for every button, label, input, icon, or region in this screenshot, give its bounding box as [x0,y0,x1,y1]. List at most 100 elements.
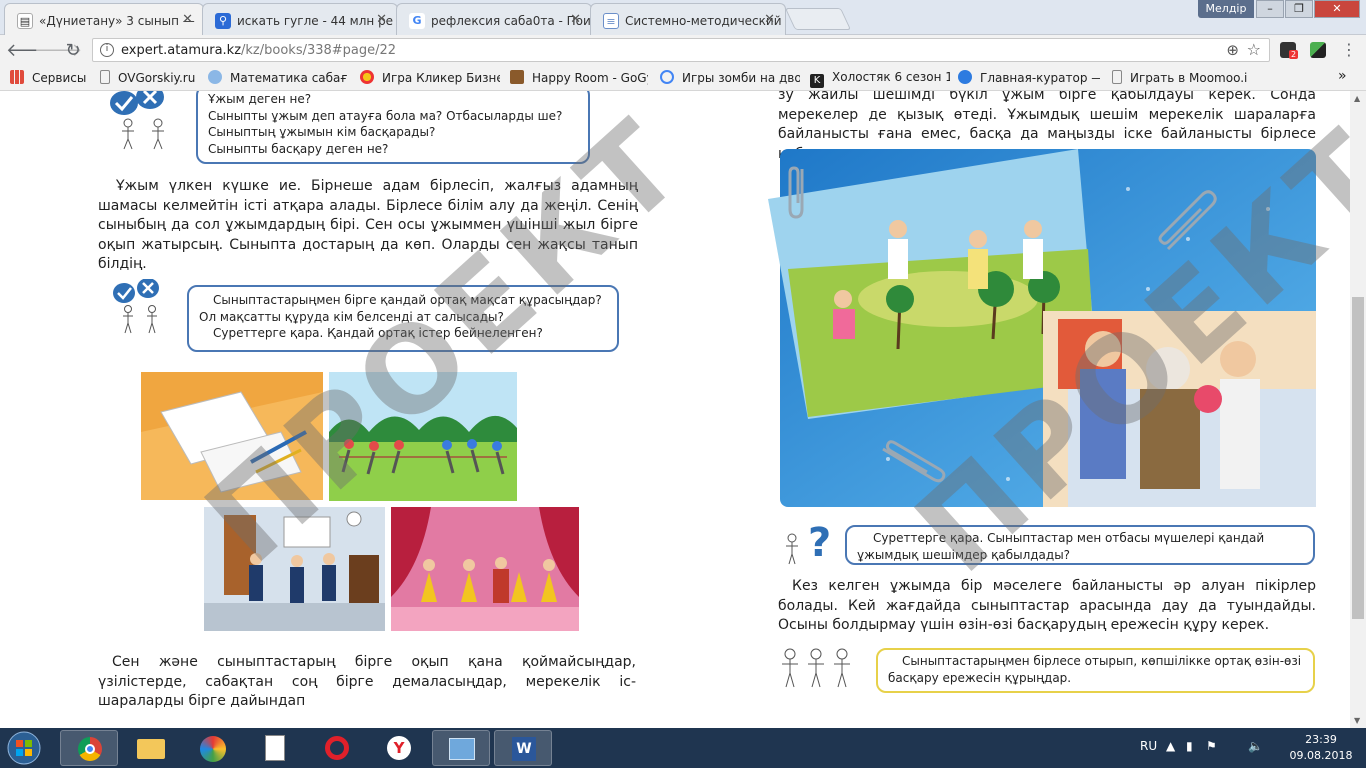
page-scrollbar[interactable]: ▲ ▼ [1350,91,1366,728]
bookmarks-bar: Сервисы OVGorskiy.ru Математика сабағы И… [0,65,1366,91]
stage-performance-picture [391,507,579,631]
zoom-icon[interactable]: ⊕ [1226,41,1239,59]
chrome-taskbar-button[interactable] [60,730,118,766]
question-box-3: Суреттерге қара. Сыныптастар мен отбасы … [845,525,1315,565]
extension-icon[interactable]: 2 [1280,42,1299,59]
close-icon[interactable]: ✕ [764,12,775,27]
group-of-kids-icon [782,648,850,688]
globe-icon [958,70,972,84]
bookmark-moomoo[interactable]: Играть в Moomoo.io [1112,70,1248,85]
scroll-up-icon[interactable]: ▲ [1354,94,1360,103]
close-icon[interactable]: ✕ [570,12,581,27]
apps-icon [10,70,24,84]
reload-button[interactable]: ↻ [62,40,84,61]
tab-label: искать гугле - 44 млн ре [237,14,394,28]
bookmark-happyroom[interactable]: Happy Room - GoGy [510,70,648,85]
question-line: Сыныпты басқару деген не? [208,141,389,156]
tab-strip: ▤ «Дүниетану» 3 сынып — ✕ ⚲ искать гугле… [0,0,1366,36]
paragraph-opinions: Кез келген ұжымда бір мәселеге байланыст… [778,578,1316,633]
forward-button[interactable]: 🡒 [34,40,82,61]
opera-taskbar-button[interactable] [308,730,366,766]
flag-icon[interactable]: ⚑ [1206,739,1217,753]
close-icon[interactable]: ✕ [376,12,387,27]
tab-duniyetanu[interactable]: ▤ «Дүниетану» 3 сынып — ✕ [4,3,204,36]
tab-search[interactable]: ⚲ искать гугле - 44 млн ре ✕ [202,3,398,35]
language-indicator[interactable]: RU [1140,739,1157,753]
google-icon [660,70,674,84]
control-panel-taskbar-button[interactable] [432,730,490,766]
tray-arrow-icon[interactable]: ▲ [1166,739,1175,753]
notepad-taskbar-button[interactable] [246,730,304,766]
bookmark-label: Игры зомби на дво [682,71,800,85]
back-button[interactable]: 🡐 [6,40,54,61]
doc-icon: ≡ [603,13,619,29]
yandex-taskbar-button[interactable]: Y [370,730,428,766]
profile-name[interactable]: Мелдір [1198,0,1254,18]
control-panel-icon [449,738,475,760]
globe-icon [208,70,222,84]
page-icon [100,70,110,84]
search-icon: ⚲ [215,13,231,29]
extension-icon-2[interactable] [1310,42,1326,58]
google-icon: G [409,13,425,29]
bookmark-kholostyak[interactable]: K Холостяк 6 сезон 1- [810,70,950,88]
question-box-1: Ұжым деген не? Сыныпты ұжым деп атауға б… [196,91,590,164]
clock-date: 09.08.2018 [1289,749,1353,762]
network-icon[interactable]: ▮ [1186,739,1193,753]
bookmark-label: Математика сабағы [230,71,348,85]
close-icon[interactable]: ✕ [182,12,193,27]
scrollbar-thumb[interactable] [1352,297,1364,619]
windows-start-icon[interactable] [4,730,44,766]
url-text[interactable]: expert.atamura.kz/kz/books/338#page/22 [121,43,396,58]
paint-icon [200,736,226,762]
address-bar[interactable]: i expert.atamura.kz/kz/books/338#page/22… [92,38,1270,62]
close-window-button[interactable]: ✕ [1314,0,1360,18]
bookmark-label: Игра Кликер Бизнес [382,71,500,85]
scroll-down-icon[interactable]: ▼ [1354,716,1360,725]
question-mark-icon: ? [786,520,831,566]
paint-taskbar-button[interactable] [184,730,242,766]
k-icon: K [810,74,824,88]
tab-sistemno[interactable]: ≡ Системно-методический ✕ [590,3,786,35]
game-icon [360,70,374,84]
book-icon: ▤ [17,13,33,29]
bookmark-star-icon[interactable]: ☆ [1247,40,1261,59]
info-icon[interactable]: i [100,43,114,57]
tab-google[interactable]: G рефлексия саба0та - Пои ✕ [396,3,592,35]
clock-time: 23:39 [1305,733,1337,746]
notepad-icon [265,735,285,761]
bookmark-ovgorskiy[interactable]: OVGorskiy.ru [100,70,204,85]
url-path: /kz/books/338#page/22 [241,43,397,58]
clock[interactable]: 23:39 09.08.2018 [1286,732,1356,764]
volume-icon[interactable]: 🔈 [1248,739,1263,753]
svg-text:?: ? [808,520,831,566]
thinking-kids-icon [110,91,164,150]
taskbar: Y W RU ▲ ▮ ⚑ 🔈 23:39 09.08.2018 [0,728,1366,768]
question-line: Ұжым деген не? [208,92,312,106]
thinking-kids-icon [113,279,159,334]
bookmark-kurator[interactable]: Главная-куратор — [958,70,1100,85]
word-taskbar-button[interactable]: W [494,730,552,766]
word-icon: W [512,737,536,761]
bookmark-label: Холостяк 6 сезон 1- [832,70,950,84]
bookmark-label: Главная-куратор — [980,71,1100,85]
bookmark-matematika[interactable]: Математика сабағы [208,70,348,85]
bookmarks-more-button[interactable]: » [1338,68,1347,84]
tab-label: рефлексия саба0та - Пои [431,14,591,28]
bookmark-zombi[interactable]: Игры зомби на дво [660,70,800,85]
bookmark-label: Играть в Moomoo.io [1130,71,1248,85]
bookmark-label: Happy Room - GoGy [532,71,648,85]
tab-label: Системно-методический [625,14,782,28]
new-tab-button[interactable] [784,8,852,30]
paragraph-together: Сен және сыныптастарың бірге оқып қана қ… [98,654,636,709]
minimize-button[interactable]: – [1256,0,1284,18]
bookmark-kliker[interactable]: Игра Кликер Бизнес [360,70,500,85]
explorer-icon [137,739,165,759]
bookmark-apps[interactable]: Сервисы [10,70,86,85]
book-viewer: Ұжым деген не? Сыныпты ұжым деп атауға б… [0,91,1350,728]
maximize-button[interactable]: ❐ [1285,0,1313,18]
question-line: Сыныпты ұжым деп атауға бола ма? Отбасыл… [208,108,563,123]
toolbar: 🡐 🡒 ↻ i expert.atamura.kz/kz/books/338#p… [0,35,1366,65]
menu-icon[interactable]: ⋮ [1338,40,1360,59]
explorer-taskbar-button[interactable] [122,730,180,766]
